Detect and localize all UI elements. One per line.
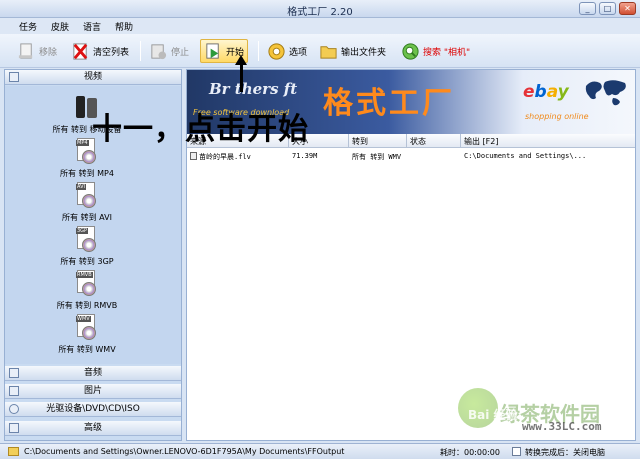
- brothersoft-logo: Br thers ft: [209, 80, 298, 98]
- convert-item-label: 所有 转到 AVI: [62, 213, 112, 222]
- world-map-icon: [585, 80, 626, 106]
- convert-item-label: 所有 转到 WMV: [58, 345, 116, 354]
- category-advanced[interactable]: 高级: [5, 421, 181, 436]
- advanced-category-icon: [9, 423, 19, 433]
- category-audio[interactable]: 音频: [5, 366, 181, 381]
- column-status[interactable]: 状态: [407, 134, 461, 148]
- image-category-icon: [9, 386, 19, 396]
- after-done-label: 转换完成后：关闭电脑: [525, 448, 605, 457]
- output-path[interactable]: C:\Documents and Settings\Owner.LENOVO-6…: [24, 447, 344, 456]
- menu-help[interactable]: 帮助: [108, 18, 140, 34]
- minimize-button[interactable]: _: [579, 2, 596, 15]
- annotation-arrow: [240, 62, 243, 92]
- close-button[interactable]: ✕: [619, 2, 636, 15]
- convert-to-3gp-item[interactable]: 3GP 所有 转到 3GP: [5, 226, 169, 267]
- menu-task[interactable]: 任务: [12, 18, 44, 34]
- maximize-button[interactable]: □: [599, 2, 616, 15]
- folder-icon: [320, 45, 337, 59]
- toolbar-separator: [258, 41, 259, 61]
- remove-button[interactable]: 移除: [14, 39, 60, 63]
- row-size: 71.39M: [292, 152, 318, 160]
- start-icon: [206, 42, 219, 59]
- disc-category-icon: [9, 404, 19, 414]
- ebay-logo: ebay: [523, 82, 569, 102]
- convert-to-avi-item[interactable]: AVI 所有 转到 AVI: [5, 182, 169, 223]
- row-convert: 所有 转到 WMV: [352, 153, 402, 161]
- remove-icon: [18, 42, 33, 59]
- convert-to-wmv-item[interactable]: WMV 所有 转到 WMV: [5, 314, 169, 355]
- category-video[interactable]: 视频: [5, 70, 181, 85]
- window-controls: _ □ ✕: [579, 2, 636, 15]
- category-image[interactable]: 图片: [5, 384, 181, 399]
- rmvb-file-icon: RMVB: [74, 270, 100, 298]
- row-source: 苗岭的早晨.flv: [187, 150, 289, 162]
- output-folder-button[interactable]: 输出文件夹: [316, 39, 389, 63]
- category-rom[interactable]: 光驱设备\DVD\CD\ISO: [5, 402, 181, 417]
- gear-icon: [268, 42, 285, 60]
- column-convert[interactable]: 转到: [349, 134, 407, 148]
- shopping-slogan: shopping online: [525, 112, 589, 121]
- convert-item-label: 所有 转到 MP4: [60, 169, 114, 178]
- title-bar: 格式工厂 2.20 _ □ ✕: [0, 0, 640, 18]
- category-rom-label: 光驱设备\DVD\CD\ISO: [46, 404, 140, 414]
- stop-button[interactable]: 停止: [146, 39, 192, 63]
- clear-list-label: 清空列表: [93, 47, 130, 58]
- search-icon: [402, 42, 419, 60]
- options-button[interactable]: 选项: [264, 39, 310, 63]
- annotation-text: 十一，点击开始: [92, 112, 309, 147]
- clear-list-button[interactable]: 清空列表: [68, 39, 132, 63]
- 3gp-file-icon: 3GP: [74, 226, 100, 254]
- remove-label: 移除: [39, 47, 58, 58]
- stop-label: 停止: [171, 47, 190, 58]
- category-advanced-label: 高级: [83, 423, 102, 433]
- convert-item-label: 所有 转到 3GP: [60, 257, 114, 266]
- window-title: 格式工厂 2.20: [287, 7, 353, 18]
- options-label: 选项: [289, 47, 308, 58]
- menu-bar: 任务 皮肤 语言 帮助: [0, 18, 640, 34]
- video-category-icon: [9, 72, 19, 82]
- row-status: [407, 150, 461, 162]
- banner-title: 格式工厂: [323, 86, 455, 121]
- menu-skin[interactable]: 皮肤: [44, 18, 76, 34]
- audio-category-icon: [9, 368, 19, 378]
- column-output[interactable]: 输出 [F2]: [461, 134, 635, 148]
- toolbar: 移除 清空列表 停止 开始 选项 输出文件夹 搜索 "相机": [0, 34, 640, 68]
- elapsed-time: 耗时：00:00:00: [440, 448, 500, 457]
- search-camera-label: 搜索 "相机": [423, 47, 471, 58]
- table-row[interactable]: 苗岭的早晨.flv 71.39M 所有 转到 WMV C:\Documents …: [187, 150, 635, 162]
- watermark-baidu: Bai 经验: [468, 408, 518, 422]
- after-done-checkbox[interactable]: [512, 447, 521, 456]
- convert-item-label: 所有 转到 RMVB: [56, 301, 118, 310]
- convert-to-rmvb-item[interactable]: RMVB 所有 转到 RMVB: [5, 270, 169, 311]
- output-folder-label: 输出文件夹: [341, 47, 387, 58]
- clear-list-icon: [73, 42, 88, 60]
- row-output: C:\Documents and Settings\...: [464, 152, 587, 160]
- status-bar: C:\Documents and Settings\Owner.LENOVO-6…: [0, 443, 640, 459]
- category-image-label: 图片: [83, 386, 102, 396]
- avi-file-icon: AVI: [74, 182, 100, 210]
- category-audio-label: 音频: [83, 368, 102, 378]
- folder-icon[interactable]: [8, 447, 19, 456]
- wmv-file-icon: WMV: [74, 314, 100, 342]
- category-video-label: 视频: [83, 72, 102, 82]
- file-icon: [190, 152, 197, 160]
- toolbar-separator: [140, 41, 141, 61]
- search-camera-button[interactable]: 搜索 "相机": [398, 39, 473, 63]
- watermark-url: www.33LC.com: [522, 420, 602, 433]
- menu-language[interactable]: 语言: [76, 18, 108, 34]
- stop-icon: [151, 43, 167, 59]
